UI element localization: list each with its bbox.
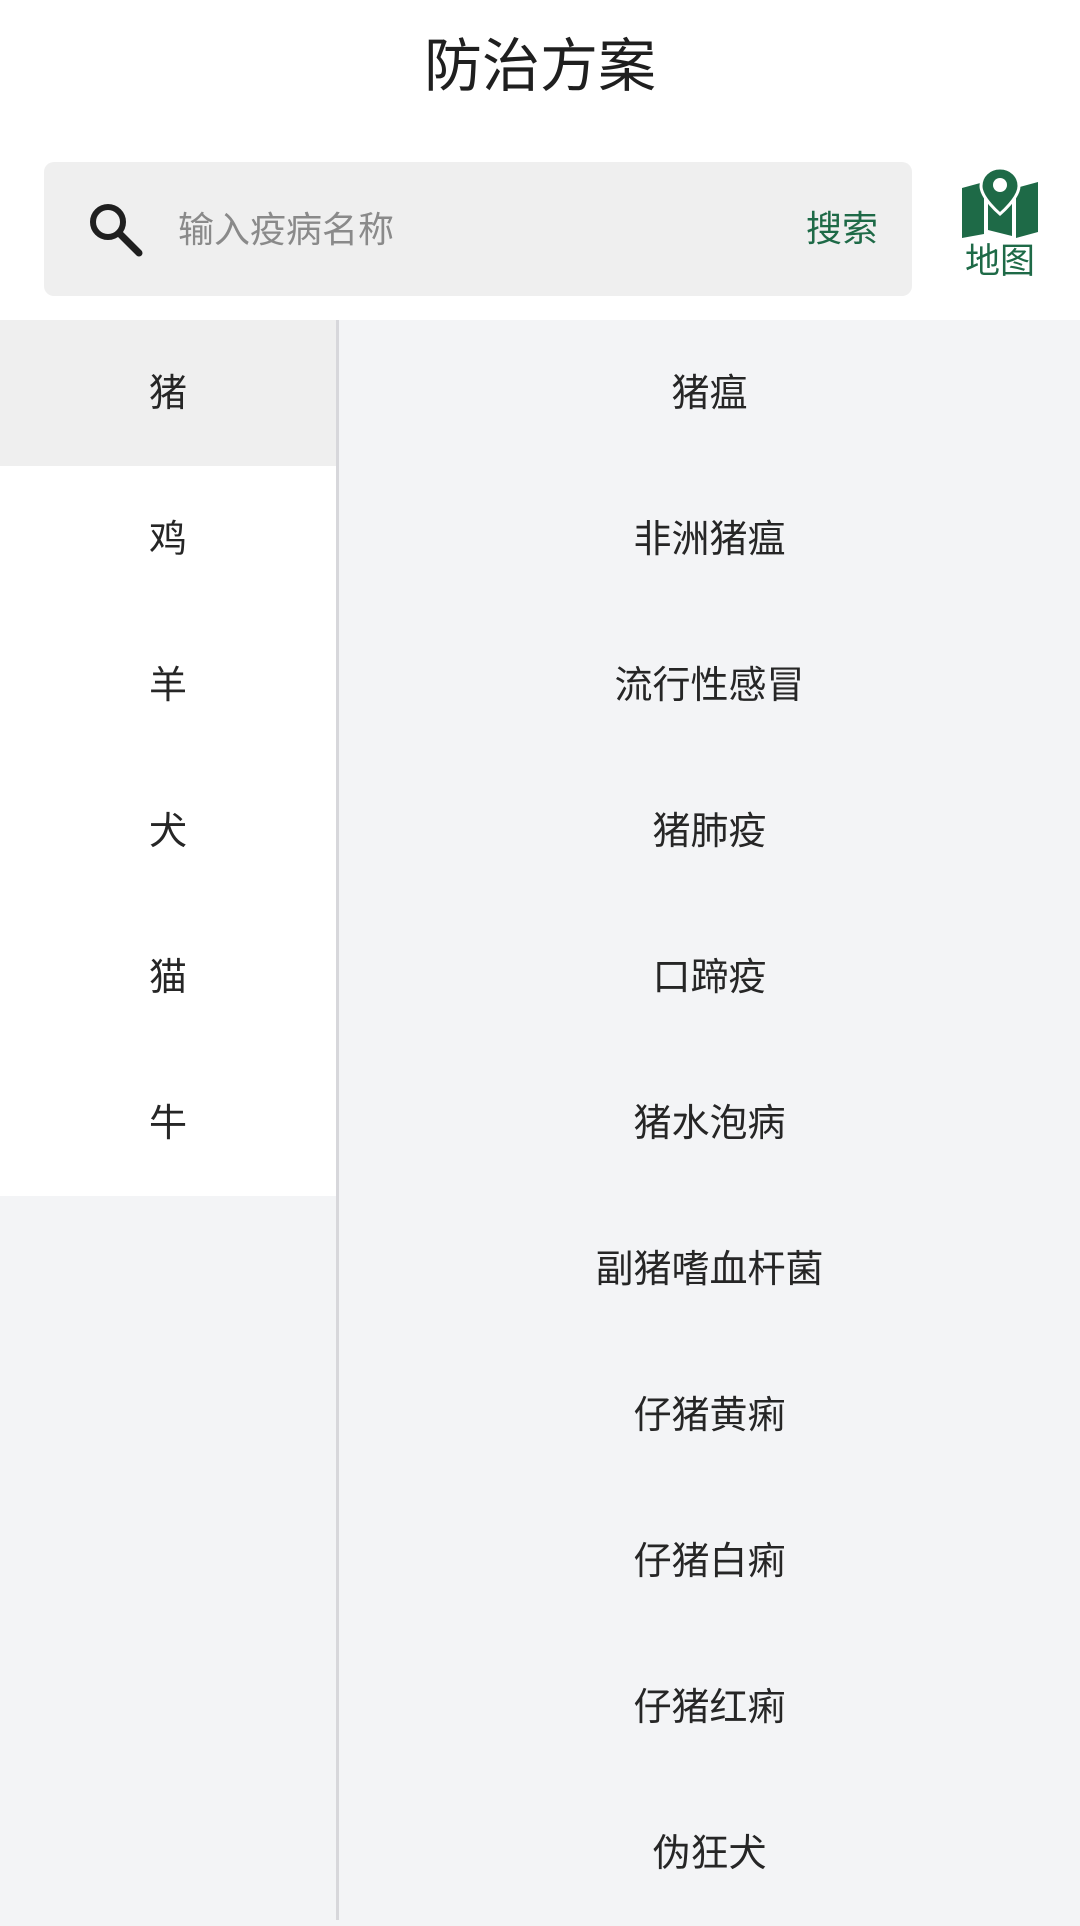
disease-item[interactable]: 仔猪白痢	[339, 1488, 1080, 1634]
disease-item[interactable]: 猪肺疫	[339, 758, 1080, 904]
disease-item[interactable]: 流行性感冒	[339, 612, 1080, 758]
search-input[interactable]	[178, 202, 698, 258]
page-title: 防治方案	[423, 32, 656, 100]
disease-item[interactable]: 猪水泡病	[339, 1050, 1080, 1196]
disease-list: 猪瘟 非洲猪瘟 流行性感冒 猪肺疫 口蹄疫 猪水泡病 副猪嗜血杆菌 仔猪黄痢 仔…	[339, 320, 1080, 1920]
category-item-chicken[interactable]: 鸡	[0, 466, 336, 612]
category-item-cat[interactable]: 猫	[0, 904, 336, 1050]
disease-item[interactable]: 仔猪红痢	[339, 1634, 1080, 1780]
category-item-sheep[interactable]: 羊	[0, 612, 336, 758]
category-item-cattle[interactable]: 牛	[0, 1050, 336, 1196]
disease-item[interactable]: 伪狂犬	[339, 1780, 1080, 1926]
map-label: 地图	[964, 242, 1035, 282]
map-button[interactable]: 地图	[950, 166, 1050, 296]
search-button[interactable]: 搜索	[806, 202, 878, 258]
category-item-pig[interactable]: 猪	[0, 320, 336, 466]
disease-item[interactable]: 口蹄疫	[339, 904, 1080, 1050]
disease-item[interactable]: 非洲猪瘟	[339, 466, 1080, 612]
category-item-dog[interactable]: 犬	[0, 758, 336, 904]
top-bar: 防治方案 搜索 地图	[0, 0, 1080, 320]
disease-item[interactable]: 猪瘟	[339, 320, 1080, 466]
disease-item[interactable]: 副猪嗜血杆菌	[339, 1196, 1080, 1342]
search-icon	[90, 204, 143, 257]
disease-item[interactable]: 仔猪黄痢	[339, 1342, 1080, 1488]
category-sidebar: 猪 鸡 羊 犬 猫 牛	[0, 320, 336, 1920]
search-bar: 搜索	[44, 162, 912, 296]
map-pin-icon	[962, 166, 1038, 238]
